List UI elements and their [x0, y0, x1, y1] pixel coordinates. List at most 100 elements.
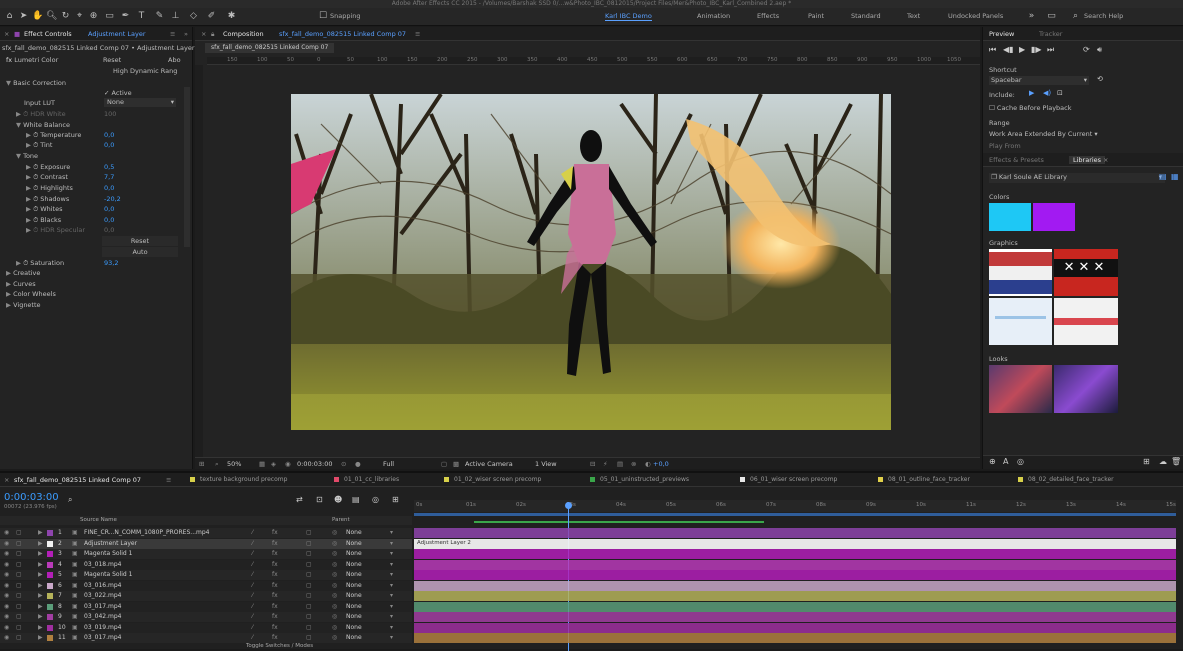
layer-row[interactable]: ◉ ▢ ▶ 3 ▣ Magenta Solid 1 ⁄ fx ▢ ◎ None ▾ — [0, 549, 412, 559]
switch-fx-icon[interactable]: fx — [272, 613, 278, 620]
audio-toggle-icon[interactable]: ▢ — [16, 540, 22, 547]
tab-composition-name[interactable]: sfx_fall_demo_082515 Linked Comp 07 — [279, 30, 406, 38]
tab-effect-controls[interactable]: Effect Controls — [24, 30, 72, 38]
switch-fx-icon[interactable]: fx — [272, 634, 278, 641]
flowchart-icon[interactable]: ⊗ — [631, 460, 636, 468]
label-color-swatch[interactable] — [47, 551, 53, 557]
parent-dropdown[interactable]: None — [346, 540, 362, 547]
expand-icon[interactable]: ▶ — [38, 540, 43, 547]
parent-pickwhip-icon[interactable]: ◎ — [332, 571, 337, 578]
shadows-value[interactable]: -20,2 — [104, 195, 121, 203]
tab-timeline-other[interactable]: 01_02_wiser screen precomp — [454, 476, 541, 483]
blacks-value[interactable]: 0,0 — [104, 216, 114, 224]
library-color-cyan[interactable] — [989, 203, 1031, 231]
switch-shy-icon[interactable]: ⁄ — [252, 529, 253, 536]
cache-before-playback[interactable]: ☐ Cache Before Playback — [989, 104, 1072, 112]
include-audio-icon[interactable]: ◀) — [1043, 89, 1051, 97]
timeline-icon[interactable]: ▤ — [617, 460, 623, 468]
tint-value[interactable]: 0,0 — [104, 141, 114, 149]
expand-icon[interactable]: ▶ — [38, 582, 43, 589]
expand-icon[interactable]: ▶ — [38, 592, 43, 599]
expand-icon[interactable]: ▶ — [38, 529, 43, 536]
visibility-icon[interactable]: ◉ — [4, 571, 9, 578]
tab-timeline-other[interactable]: 05_01_uninstructed_previews — [600, 476, 689, 483]
workspace-menu-icon[interactable]: » — [1026, 11, 1037, 22]
switch-3d-icon[interactable]: ▢ — [306, 571, 312, 578]
toggle-switches-modes[interactable]: Toggle Switches / Modes — [246, 643, 313, 649]
frame-blending-icon[interactable]: ▤ — [352, 495, 360, 504]
label-color-swatch[interactable] — [47, 624, 53, 631]
panel-icon[interactable]: ▭ — [1046, 11, 1057, 22]
graphic-red-banner[interactable] — [1054, 298, 1118, 345]
region-of-interest-icon[interactable]: ▢ — [441, 460, 447, 468]
layer-name[interactable]: 03_018.mp4 — [84, 561, 121, 568]
snapshot-icon[interactable]: ◉ — [285, 460, 291, 468]
switch-shy-icon[interactable]: ⁄ — [252, 624, 253, 631]
resolution-dropdown[interactable]: Full — [383, 460, 394, 468]
switch-fx-icon[interactable]: fx — [272, 582, 278, 589]
parent-pickwhip-icon[interactable]: ◎ — [332, 529, 337, 536]
label-color-swatch[interactable] — [47, 593, 53, 599]
current-time-handle[interactable] — [565, 502, 572, 509]
layer-duration-bar[interactable]: Adjustment Layer 2 — [414, 538, 1176, 549]
layer-row[interactable]: ◉ ▢ ▶ 8 ▣ 03_017.mp4 ⁄ fx ▢ ◎ None ▾ — [0, 601, 412, 612]
switch-3d-icon[interactable]: ▢ — [306, 540, 312, 547]
white-balance-section[interactable]: ▼ White Balance — [16, 121, 70, 129]
toggle-pixel-aspect-icon[interactable]: ⊟ — [590, 460, 595, 468]
audio-toggle-icon[interactable]: ▢ — [16, 624, 22, 631]
visibility-icon[interactable]: ◉ — [4, 592, 9, 599]
switch-3d-icon[interactable]: ▢ — [306, 561, 312, 568]
parent-dropdown[interactable]: None — [346, 582, 362, 589]
timeline-timecode[interactable]: 0:00:03:00 — [4, 492, 59, 503]
label-color-swatch[interactable] — [47, 572, 53, 578]
section-vignette[interactable]: ▶ Vignette — [6, 301, 41, 309]
tone-reset-button[interactable]: Reset — [102, 236, 178, 246]
draft-3d-icon[interactable]: ⊡ — [316, 495, 323, 504]
layer-row[interactable]: ◉ ▢ ▶ 6 ▣ 03_016.mp4 ⁄ fx ▢ ◎ None ▾ — [0, 580, 412, 591]
panel-overflow-icon[interactable]: » — [184, 30, 188, 38]
layer-duration-bar[interactable] — [414, 612, 1176, 622]
visibility-icon[interactable]: ◉ — [4, 561, 9, 568]
comp-flowchart-icon[interactable]: ⇄ — [296, 495, 303, 504]
parent-pickwhip-icon[interactable]: ◎ — [332, 634, 337, 641]
layer-duration-bar[interactable] — [414, 528, 1176, 538]
parent-pickwhip-icon[interactable]: ◎ — [332, 613, 337, 620]
zoom-dropdown[interactable]: 50% — [227, 460, 241, 468]
fast-previews-icon[interactable]: ⚡ — [603, 460, 608, 468]
fx-icon[interactable]: fx — [6, 56, 12, 64]
layer-name[interactable]: Magenta Solid 1 — [84, 571, 132, 578]
parent-dropdown[interactable]: None — [346, 603, 362, 610]
layer-row[interactable]: ◉ ▢ ▶ 7 ▣ 03_022.mp4 ⁄ fx ▢ ◎ None ▾ — [0, 591, 412, 601]
reset-link[interactable]: Reset — [103, 56, 121, 64]
layer-row[interactable]: ◉ ▢ ▶ 2 ▣ Adjustment Layer ⁄ fx ▢ ◎ None ▾ — [0, 538, 412, 549]
layer-name[interactable]: 03_042.mp4 — [84, 613, 121, 620]
brush-tool-icon[interactable]: ✎ — [154, 11, 165, 22]
layer-name[interactable]: 03_022.mp4 — [84, 592, 121, 599]
basic-correction-section[interactable]: ▼ Basic Correction — [6, 79, 66, 87]
label-color-swatch[interactable] — [47, 603, 53, 610]
play-icon[interactable]: ▶ — [1019, 45, 1025, 54]
parent-pickwhip-icon[interactable]: ◎ — [332, 550, 337, 557]
mask-tool-icon[interactable]: ▭ — [104, 11, 115, 22]
panel-close-icon[interactable]: × — [4, 476, 9, 484]
reset-shortcut-icon[interactable]: ⟲ — [1097, 75, 1103, 83]
layer-name[interactable]: 03_017.mp4 — [84, 603, 121, 610]
expand-icon[interactable]: ▶ — [38, 603, 43, 610]
next-frame-icon[interactable]: ▮▶ — [1031, 45, 1042, 54]
graph-editor-icon[interactable]: ⊞ — [392, 495, 399, 504]
workspace-undocked-panels[interactable]: Undocked Panels — [948, 12, 1003, 20]
home-icon[interactable]: ⌂ — [4, 11, 15, 22]
panel-close-icon[interactable]: × — [4, 30, 9, 38]
tab-timeline-other[interactable]: texture background precomp — [200, 476, 287, 483]
input-lut-dropdown[interactable]: None ▾ — [104, 98, 176, 107]
switch-3d-icon[interactable]: ▢ — [306, 624, 312, 631]
cloud-icon[interactable]: ☁ — [1159, 457, 1167, 466]
col-source-name[interactable]: Source Name — [80, 517, 117, 523]
audio-toggle-icon[interactable]: ▢ — [16, 561, 22, 568]
search-icon[interactable]: ⌕ — [1070, 11, 1081, 22]
work-area-bar[interactable] — [414, 513, 1176, 516]
tab-libraries[interactable]: Libraries — [1069, 156, 1106, 164]
parent-pickwhip-icon[interactable]: ◎ — [332, 582, 337, 589]
parent-pickwhip-icon[interactable]: ◎ — [332, 561, 337, 568]
audio-toggle-icon[interactable]: ▢ — [16, 582, 22, 589]
